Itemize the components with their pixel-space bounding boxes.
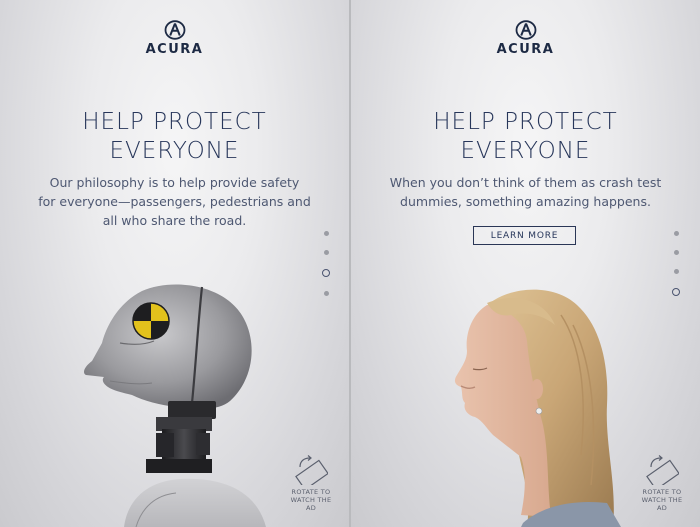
headline-line-2: EVERYONE (460, 138, 591, 164)
rotate-line-1: ROTATE TO (642, 488, 682, 496)
body-copy: Our philosophy is to help provide safety… (28, 173, 321, 230)
body-line-2: dummies, something amazing happens. (400, 194, 651, 209)
ad-slide-dummy[interactable]: ACURA HELP PROTECT EVERYONE Our philosop… (0, 0, 349, 527)
brand-name: ACURA (145, 42, 204, 57)
pagination-dot-4-active[interactable] (672, 288, 680, 296)
body-line-1: Our philosophy is to help provide safety (49, 175, 300, 190)
headline: HELP PROTECT EVERYONE (0, 108, 349, 166)
body-line-2: for everyone—passengers, pedestrians and (38, 194, 311, 209)
pagination-dot-4[interactable] (323, 291, 329, 296)
headline-line-2: EVERYONE (109, 138, 240, 164)
pagination-dot-1[interactable] (323, 231, 329, 236)
acura-emblem-icon (164, 20, 185, 40)
pagination-dot-2[interactable] (673, 250, 679, 255)
pagination-dot-3-active[interactable] (322, 269, 330, 277)
rotate-line-1: ROTATE TO (291, 488, 331, 496)
woman-profile-photo (454, 289, 621, 527)
pagination-dot-3[interactable] (673, 269, 679, 274)
rotate-line-2: WATCH THE AD (290, 496, 332, 512)
ad-slide-person[interactable]: ACURA HELP PROTECT EVERYONE When you don… (351, 0, 700, 527)
body-line-1: When you don’t think of them as crash te… (389, 175, 662, 190)
headline-line-1: HELP PROTECT (433, 109, 618, 135)
rotate-device-icon (646, 455, 679, 485)
ad-gallery: ACURA HELP PROTECT EVERYONE Our philosop… (0, 0, 700, 527)
headline: HELP PROTECT EVERYONE (351, 108, 700, 166)
acura-emblem-icon (515, 20, 536, 40)
brand-name: ACURA (496, 42, 555, 57)
headline-line-1: HELP PROTECT (82, 109, 267, 135)
rotate-device-icon (295, 455, 328, 485)
pagination-dot-2[interactable] (323, 250, 329, 255)
body-line-3: all who share the road. (102, 213, 247, 228)
pagination-dots (321, 231, 331, 310)
rotate-hint: ROTATE TO WATCH THE AD (289, 455, 333, 512)
pagination-dots (671, 231, 681, 310)
learn-more-button[interactable]: LEARN MORE (473, 226, 576, 245)
pagination-dot-1[interactable] (673, 231, 679, 236)
rotate-line-2: WATCH THE AD (641, 496, 683, 512)
crash-test-dummy-icon (84, 284, 266, 527)
acura-logo[interactable]: ACURA (351, 20, 700, 57)
rotate-hint: ROTATE TO WATCH THE AD (640, 455, 684, 512)
acura-logo[interactable]: ACURA (0, 20, 349, 57)
body-copy: When you don’t think of them as crash te… (379, 173, 672, 211)
